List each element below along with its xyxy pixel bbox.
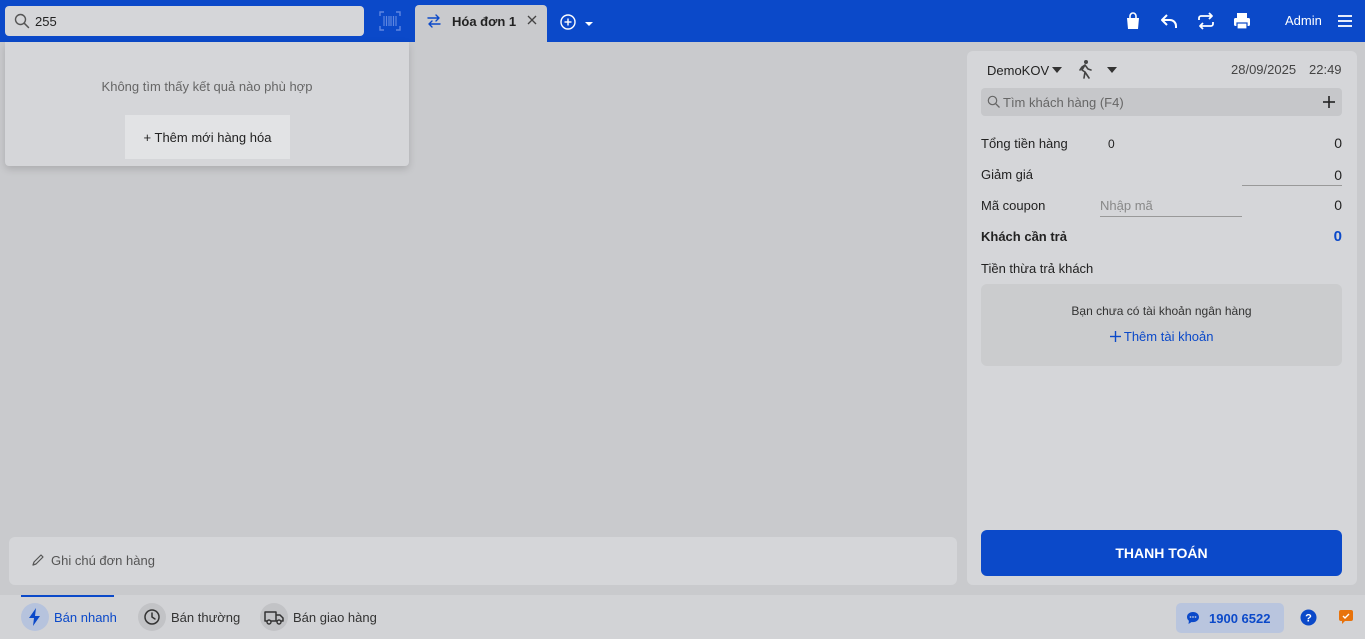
coupon-label: Mã coupon (981, 198, 1046, 213)
svg-text:?: ? (1305, 613, 1312, 625)
close-icon[interactable] (525, 13, 539, 27)
order-note-placeholder: Ghi chú đơn hàng (51, 553, 155, 568)
customer-pay-value: 0 (1333, 228, 1342, 245)
hotline-number: 1900 6522 (1209, 611, 1271, 626)
product-search-box[interactable] (5, 6, 364, 36)
top-bar: Hóa đơn 1 Admin (0, 0, 1365, 42)
customer-search-box[interactable] (981, 88, 1342, 116)
walking-person-icon[interactable] (1076, 59, 1094, 79)
mode-label: Bán thường (171, 610, 241, 625)
bank-empty-message: Bạn chưa có tài khoản ngân hàng (1071, 304, 1252, 318)
mode-quick-sale[interactable]: Bán nhanh (21, 595, 121, 639)
mode-label: Bán giao hàng (293, 610, 377, 625)
search-icon (14, 13, 30, 29)
add-tab-button[interactable] (558, 13, 598, 33)
add-bank-account-link[interactable]: Thêm tài khoản (981, 329, 1342, 344)
add-customer-icon[interactable] (1321, 94, 1337, 110)
menu-icon[interactable] (1335, 11, 1355, 31)
help-icon[interactable]: ? (1300, 609, 1317, 626)
swap-icon[interactable] (426, 13, 442, 29)
subtotal-quantity: 0 (1108, 137, 1115, 151)
coupon-value: 0 (1334, 197, 1342, 213)
discount-label: Giảm giá (981, 167, 1034, 182)
mode-label: Bán nhanh (54, 610, 117, 625)
hotline-button[interactable]: 1900 6522 (1176, 603, 1284, 633)
pencil-icon (32, 554, 44, 566)
coupon-input[interactable] (1100, 195, 1242, 217)
change-label: Tiền thừa trả khách (981, 261, 1094, 276)
exchange-icon[interactable] (1196, 11, 1216, 31)
return-icon[interactable] (1159, 11, 1179, 31)
add-bank-account-label: Thêm tài khoản (1123, 329, 1214, 344)
plus-icon (1109, 331, 1121, 342)
mode-normal-sale[interactable]: Bán thường (138, 595, 248, 639)
caret-down-icon[interactable] (1106, 65, 1118, 75)
discount-input[interactable] (1242, 164, 1342, 186)
barcode-scan-icon[interactable] (379, 11, 401, 31)
discount-value: 0 (1334, 167, 1342, 183)
shopping-bag-icon[interactable] (1123, 11, 1143, 31)
product-search-input[interactable] (35, 6, 355, 36)
search-icon (987, 95, 1000, 108)
lightning-icon (21, 603, 49, 631)
order-note-field[interactable]: Ghi chú đơn hàng (9, 537, 957, 585)
feedback-icon[interactable] (1338, 609, 1354, 625)
plus-circle-icon (560, 14, 576, 30)
printer-icon[interactable] (1232, 11, 1252, 31)
subtotal-value: 0 (1334, 135, 1342, 151)
add-new-product-button[interactable]: + Thêm mới hàng hóa (125, 115, 290, 159)
tab-invoice-1[interactable]: Hóa đơn 1 (415, 5, 547, 42)
user-name[interactable]: Admin (1285, 13, 1322, 28)
store-selector[interactable]: DemoKOV (987, 63, 1049, 78)
clock-icon (138, 603, 166, 631)
no-result-message: Không tìm thấy kết quả nào phù hợp (101, 79, 313, 94)
pay-button[interactable]: THANH TOÁN (981, 530, 1342, 576)
bank-account-box: Bạn chưa có tài khoản ngân hàng Thêm tài… (981, 284, 1342, 366)
tab-label: Hóa đơn 1 (452, 14, 517, 29)
search-results-dropdown: Không tìm thấy kết quả nào phù hợp + Thê… (5, 42, 409, 166)
order-time: 22:49 (1309, 62, 1342, 77)
caret-down-icon[interactable] (1051, 65, 1063, 75)
order-date: 28/09/2025 (1231, 62, 1297, 77)
bottom-bar: Bán nhanh Bán thường Bán giao hàng 1900 … (0, 595, 1365, 639)
caret-down-icon (585, 22, 593, 26)
subtotal-label: Tổng tiền hàng (981, 136, 1068, 151)
customer-search-input[interactable] (1003, 88, 1303, 116)
customer-pay-label: Khách cần trả (981, 229, 1067, 244)
mode-delivery-sale[interactable]: Bán giao hàng (260, 595, 385, 639)
truck-icon (260, 603, 288, 631)
checkout-panel: DemoKOV 28/09/2025 22:49 Tổng tiền hàng … (967, 51, 1357, 585)
chat-icon (1187, 612, 1199, 624)
